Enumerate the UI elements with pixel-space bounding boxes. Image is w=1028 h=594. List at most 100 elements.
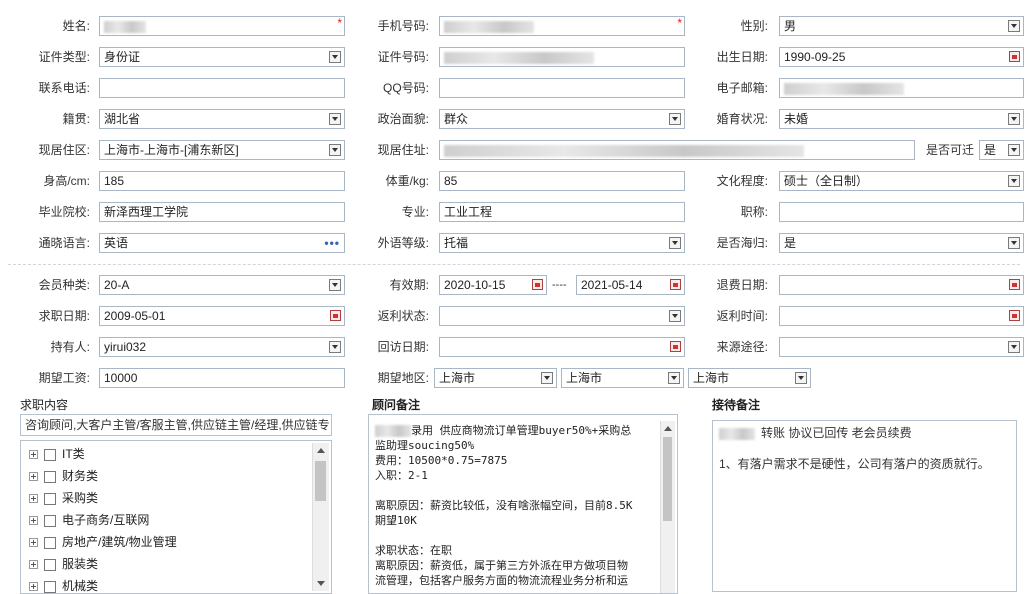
phone-label: 联系电话:	[38, 81, 90, 95]
scroll-up-icon[interactable]	[664, 426, 672, 431]
title-field[interactable]	[779, 202, 1024, 222]
chevron-down-icon[interactable]	[795, 372, 807, 384]
rebate-status-select[interactable]	[439, 306, 685, 326]
job-content-input[interactable]: 咨询顾问,大客户主管/客服主管,供应链主管/经理,供应链专	[20, 414, 332, 436]
area-district-select[interactable]: 上海市	[688, 368, 811, 388]
education-select[interactable]: 硕士（全日制）	[779, 171, 1024, 191]
mobile-field[interactable]: *	[439, 16, 685, 36]
name-field[interactable]: *	[99, 16, 345, 36]
reception-notes-area[interactable]: 转账 协议已回传 老会员续费 1、有落户需求不是硬性，公司有落户的资质就行。	[712, 420, 1017, 592]
checkbox[interactable]	[44, 448, 56, 461]
tree-item[interactable]: 电子商务/互联网	[29, 510, 149, 530]
scroll-thumb[interactable]	[315, 461, 326, 501]
checkbox[interactable]	[44, 580, 56, 593]
chevron-down-icon[interactable]	[329, 279, 341, 291]
expand-icon[interactable]	[29, 472, 38, 482]
tree-item[interactable]: 房地产/建筑/物业管理	[29, 532, 177, 552]
area-province-value: 上海市	[439, 371, 476, 385]
tree-item[interactable]: 服装类	[29, 554, 98, 574]
area-district-value: 上海市	[693, 371, 730, 385]
expand-icon[interactable]	[29, 560, 38, 570]
weight-field[interactable]: 85	[439, 171, 685, 191]
idtype-label: 证件类型:	[38, 50, 90, 64]
area-city-select[interactable]: 上海市	[561, 368, 684, 388]
holder-select[interactable]: yirui032	[99, 337, 345, 357]
native-select[interactable]: 湖北省	[99, 109, 345, 129]
checkbox[interactable]	[44, 514, 56, 527]
chevron-down-icon[interactable]	[329, 51, 341, 63]
marital-select[interactable]: 未婚	[779, 109, 1024, 129]
qq-field[interactable]	[439, 78, 685, 98]
notes-scrollbar[interactable]	[660, 421, 675, 593]
major-field[interactable]: 工业工程	[439, 202, 685, 222]
phone-field[interactable]	[99, 78, 345, 98]
refund-date-label: 退费日期:	[716, 278, 768, 292]
tree-item-label: 机械类	[62, 579, 99, 593]
scroll-up-icon[interactable]	[317, 448, 325, 453]
calendar-icon[interactable]	[330, 310, 341, 321]
chevron-down-icon[interactable]	[329, 113, 341, 125]
chevron-down-icon[interactable]	[1008, 175, 1020, 187]
height-field[interactable]: 185	[99, 171, 345, 191]
rebate-time-field[interactable]	[779, 306, 1024, 326]
source-select[interactable]	[779, 337, 1024, 357]
calendar-icon[interactable]	[1009, 279, 1020, 290]
member-type-select[interactable]: 20-A	[99, 275, 345, 295]
expand-icon[interactable]	[29, 494, 38, 504]
weight-value: 85	[444, 174, 458, 188]
valid-from-field[interactable]: 2020-10-15	[439, 275, 547, 295]
school-field[interactable]: 新泽西理工学院	[99, 202, 345, 222]
expand-icon[interactable]	[29, 582, 38, 592]
language-level-select[interactable]: 托福	[439, 233, 685, 253]
chevron-down-icon[interactable]	[1008, 144, 1020, 156]
expand-icon[interactable]	[29, 538, 38, 548]
expand-icon[interactable]	[29, 450, 38, 460]
address-field[interactable]	[439, 140, 915, 160]
tree-item[interactable]: 机械类	[29, 576, 99, 593]
returnee-select[interactable]: 是	[779, 233, 1024, 253]
chevron-down-icon[interactable]	[668, 372, 680, 384]
job-date-field[interactable]: 2009-05-01	[99, 306, 345, 326]
chevron-down-icon[interactable]	[1008, 341, 1020, 353]
scroll-thumb[interactable]	[663, 437, 672, 521]
consultant-notes-area[interactable]: 录用 供应商物流订单管理buyer50%+采购总 监助理soucing50% 费…	[368, 414, 678, 594]
chevron-down-icon[interactable]	[329, 341, 341, 353]
checkbox[interactable]	[44, 536, 56, 549]
area-province-select[interactable]: 上海市	[434, 368, 557, 388]
calendar-icon[interactable]	[1009, 310, 1020, 321]
expand-icon[interactable]	[29, 516, 38, 526]
chevron-down-icon[interactable]	[1008, 20, 1020, 32]
residence-select[interactable]: 上海市-上海市-[浦东新区]	[99, 140, 345, 160]
birth-date-field[interactable]: 1990-09-25	[779, 47, 1024, 67]
visit-date-field[interactable]	[439, 337, 685, 357]
checkbox[interactable]	[44, 470, 56, 483]
note-line: 录用 供应商物流订单管理buyer50%+采购总	[375, 423, 659, 438]
refund-date-field[interactable]	[779, 275, 1024, 295]
checkbox[interactable]	[44, 492, 56, 505]
chevron-down-icon[interactable]	[1008, 237, 1020, 249]
email-field[interactable]	[779, 78, 1024, 98]
height-label: 身高/cm:	[43, 174, 90, 188]
chevron-down-icon[interactable]	[1008, 113, 1020, 125]
calendar-icon[interactable]	[1009, 51, 1020, 62]
relocate-select[interactable]: 是	[979, 140, 1024, 160]
gender-select[interactable]: 男	[779, 16, 1024, 36]
idtype-select[interactable]: 身份证	[99, 47, 345, 67]
chevron-down-icon[interactable]	[329, 144, 341, 156]
idno-field[interactable]	[439, 47, 685, 67]
salary-value: 10000	[104, 371, 138, 385]
salary-field[interactable]: 10000	[99, 368, 345, 388]
more-dots-icon[interactable]: •••	[324, 234, 340, 252]
calendar-icon[interactable]	[532, 279, 543, 290]
checkbox[interactable]	[44, 558, 56, 571]
valid-to-field[interactable]: 2021-05-14	[576, 275, 685, 295]
school-value: 新泽西理工学院	[104, 205, 189, 219]
tree-scrollbar[interactable]	[312, 443, 329, 591]
scroll-down-icon[interactable]	[317, 581, 325, 586]
chevron-down-icon[interactable]	[541, 372, 553, 384]
political-select[interactable]: 群众	[439, 109, 685, 129]
tree-item[interactable]: IT类	[29, 444, 85, 464]
tree-item[interactable]: 财务类	[29, 466, 98, 486]
tree-item[interactable]: 采购类	[29, 488, 98, 508]
language-field[interactable]: 英语 •••	[99, 233, 345, 253]
